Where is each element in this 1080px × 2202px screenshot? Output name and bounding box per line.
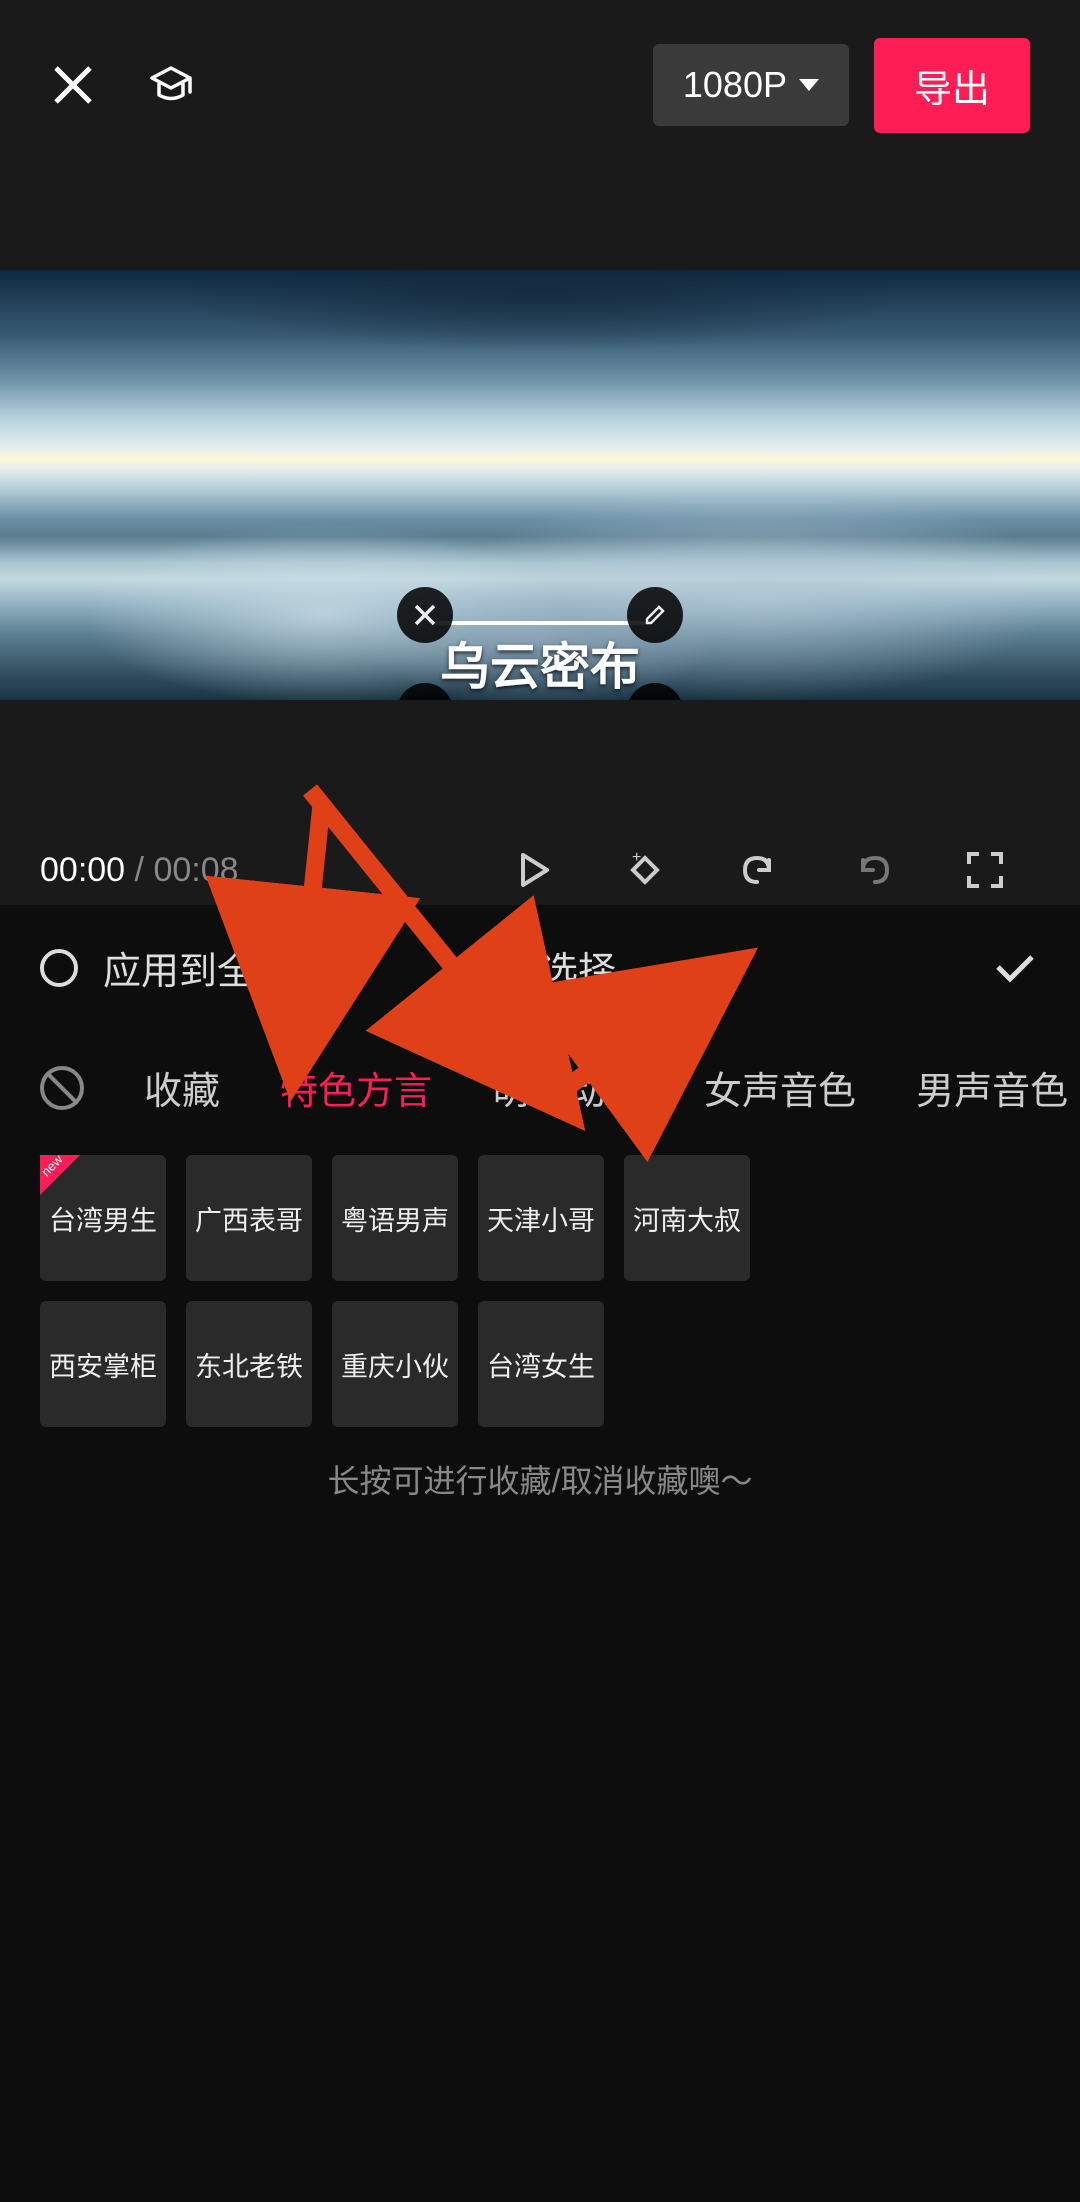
category-none[interactable] bbox=[40, 1066, 84, 1110]
category-tab-favorites[interactable]: 收藏 bbox=[144, 1060, 220, 1115]
total-time: 00:08 bbox=[153, 851, 238, 889]
close-button[interactable] bbox=[50, 62, 96, 108]
current-time: 00:00 bbox=[40, 851, 125, 889]
time-display: 00:00 / 00:08 bbox=[40, 851, 239, 890]
apply-all-label: 应用到全部文本 bbox=[103, 940, 369, 995]
resolution-button[interactable]: 1080P bbox=[653, 44, 849, 126]
voice-item[interactable]: 粤语男声 bbox=[332, 1155, 458, 1281]
overlay-text: 乌云密布 bbox=[440, 639, 640, 695]
voice-item[interactable]: 河南大叔 bbox=[624, 1155, 750, 1281]
undo-button[interactable] bbox=[702, 848, 816, 892]
overlay-delete-handle[interactable] bbox=[397, 587, 453, 643]
tutorial-icon[interactable] bbox=[146, 60, 196, 110]
category-tab-anime[interactable]: 萌趣动漫 bbox=[492, 1060, 644, 1115]
category-tab-female[interactable]: 女声音色 bbox=[704, 1060, 856, 1115]
preview-area: 乌云密布 bbox=[0, 270, 1080, 700]
voice-item[interactable]: 东北老铁 bbox=[186, 1301, 312, 1427]
voice-item[interactable]: 台湾男生 bbox=[40, 1155, 166, 1281]
keyframe-button[interactable]: + bbox=[588, 848, 702, 892]
voice-grid: 台湾男生 广西表哥 粤语男声 天津小哥 河南大叔 西安掌柜 东北老铁 重庆小伙 … bbox=[0, 1145, 1080, 1437]
voice-panel-header: 应用到全部文本 音色选择 bbox=[0, 905, 1080, 1030]
export-label: 导出 bbox=[914, 69, 990, 111]
voice-panel: 应用到全部文本 音色选择 收藏 特色方言 萌趣动漫 女声音色 男声音色 台湾男生… bbox=[0, 905, 1080, 2202]
voice-item[interactable]: 广西表哥 bbox=[186, 1155, 312, 1281]
category-tab-male[interactable]: 男声音色 bbox=[916, 1060, 1068, 1115]
apply-all-radio[interactable] bbox=[40, 949, 78, 987]
resolution-label: 1080P bbox=[683, 64, 787, 106]
top-bar: 1080P 导出 bbox=[0, 0, 1080, 140]
hint-text: 长按可进行收藏/取消收藏噢～ bbox=[0, 1456, 1080, 1502]
overlay-edit-handle[interactable] bbox=[627, 587, 683, 643]
voice-item[interactable]: 台湾女生 bbox=[478, 1301, 604, 1427]
voice-item[interactable]: 天津小哥 bbox=[478, 1155, 604, 1281]
export-button[interactable]: 导出 bbox=[874, 38, 1030, 133]
voice-item[interactable]: 重庆小伙 bbox=[332, 1301, 458, 1427]
text-overlay[interactable]: 乌云密布 bbox=[435, 621, 645, 700]
voice-item[interactable]: 西安掌柜 bbox=[40, 1301, 166, 1427]
confirm-button[interactable] bbox=[990, 943, 1040, 993]
video-preview[interactable]: 乌云密布 bbox=[0, 270, 1080, 700]
fullscreen-button[interactable] bbox=[930, 850, 1040, 890]
caret-down-icon bbox=[799, 79, 819, 91]
category-tab-dialects[interactable]: 特色方言 bbox=[280, 1060, 432, 1115]
svg-text:+: + bbox=[632, 849, 641, 866]
category-tabs: 收藏 特色方言 萌趣动漫 女声音色 男声音色 bbox=[0, 1030, 1080, 1145]
redo-button[interactable] bbox=[816, 848, 930, 892]
voice-panel-title: 音色选择 bbox=[464, 940, 616, 995]
play-button[interactable] bbox=[480, 851, 588, 889]
